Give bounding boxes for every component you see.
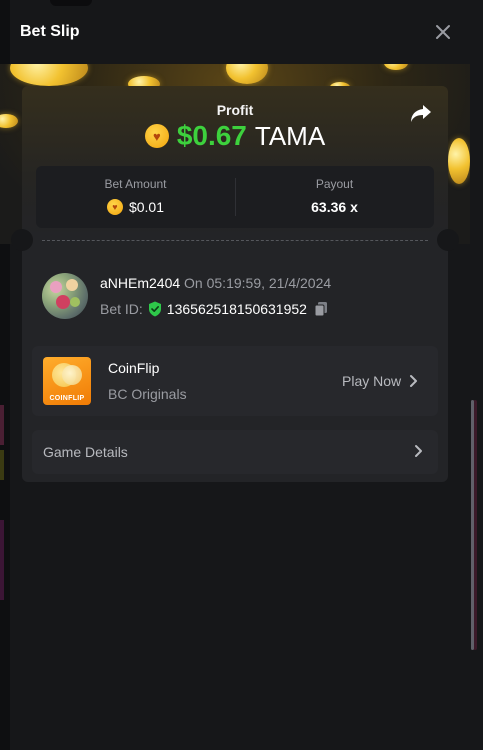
game-thumbnail: COINFLIP — [43, 357, 91, 405]
tama-coin-icon: ♥ — [144, 124, 169, 148]
copy-icon[interactable] — [314, 301, 328, 317]
bet-amount-label: Bet Amount — [104, 177, 167, 191]
bet-id-label: Bet ID: — [100, 301, 143, 317]
chevron-right-icon — [410, 375, 418, 387]
payout-stat: Payout 63.36 x — [235, 166, 434, 228]
header: Bet Slip — [0, 0, 483, 64]
game-name: CoinFlip — [108, 360, 160, 376]
share-icon[interactable] — [410, 104, 432, 124]
profit-section: Profit ♥ $0.67 TAMA Bet Amount ♥ $0.01 P… — [22, 86, 448, 236]
game-card[interactable]: COINFLIP CoinFlip BC Originals Play Now — [32, 346, 438, 416]
chevron-right-icon — [415, 445, 422, 457]
game-thumbnail-label: COINFLIP — [49, 395, 85, 402]
decor-coin — [448, 138, 470, 184]
decor-coin — [10, 64, 88, 86]
profit-label: Profit — [216, 102, 254, 118]
decor-coin — [0, 114, 18, 128]
profit-currency: TAMA — [254, 120, 326, 151]
ticket-notch-left — [11, 229, 33, 251]
bet-amount-value-row: ♥ $0.01 — [36, 199, 235, 215]
play-now-label: Play Now — [342, 373, 402, 389]
decor-coin — [226, 64, 268, 84]
bet-timestamp: On 05:19:59, 21/4/2024 — [184, 275, 332, 291]
bet-amount-value: $0.01 — [128, 199, 165, 215]
payout-label: Payout — [315, 177, 354, 191]
game-details-row[interactable]: Game Details — [32, 430, 438, 474]
ticket-notch-right — [437, 229, 459, 251]
game-provider: BC Originals — [108, 386, 187, 402]
profit-value: $0.67 — [176, 120, 247, 151]
bet-amount-stat: Bet Amount ♥ $0.01 — [36, 166, 235, 228]
player-name[interactable]: aNHEm2404 — [100, 275, 180, 291]
bet-slip-card: Profit ♥ $0.67 TAMA Bet Amount ♥ $0.01 P… — [11, 86, 459, 482]
game-details-label: Game Details — [43, 444, 128, 460]
play-now-button[interactable]: Play Now — [342, 373, 418, 389]
decor-coin — [384, 64, 408, 70]
page-title: Bet Slip — [20, 23, 80, 40]
coin-graphic — [62, 365, 82, 385]
bet-stats: Bet Amount ♥ $0.01 Payout 63.36 x — [36, 166, 434, 228]
player-info: aNHEm2404 On 05:19:59, 21/4/2024 — [100, 275, 331, 291]
payout-value: 63.36 x — [311, 199, 358, 215]
scrollbar-thumb[interactable] — [471, 400, 474, 650]
dashed-divider — [42, 240, 428, 241]
tama-coin-icon: ♥ — [106, 199, 123, 215]
avatar[interactable] — [42, 273, 88, 319]
bet-id-row: Bet ID: 136562518150631952 — [100, 301, 328, 317]
shield-check-icon — [148, 301, 161, 317]
bet-id-value: 136562518150631952 — [166, 301, 307, 317]
close-icon[interactable] — [432, 21, 454, 43]
profit-row: ♥ $0.67 TAMA — [22, 120, 448, 152]
